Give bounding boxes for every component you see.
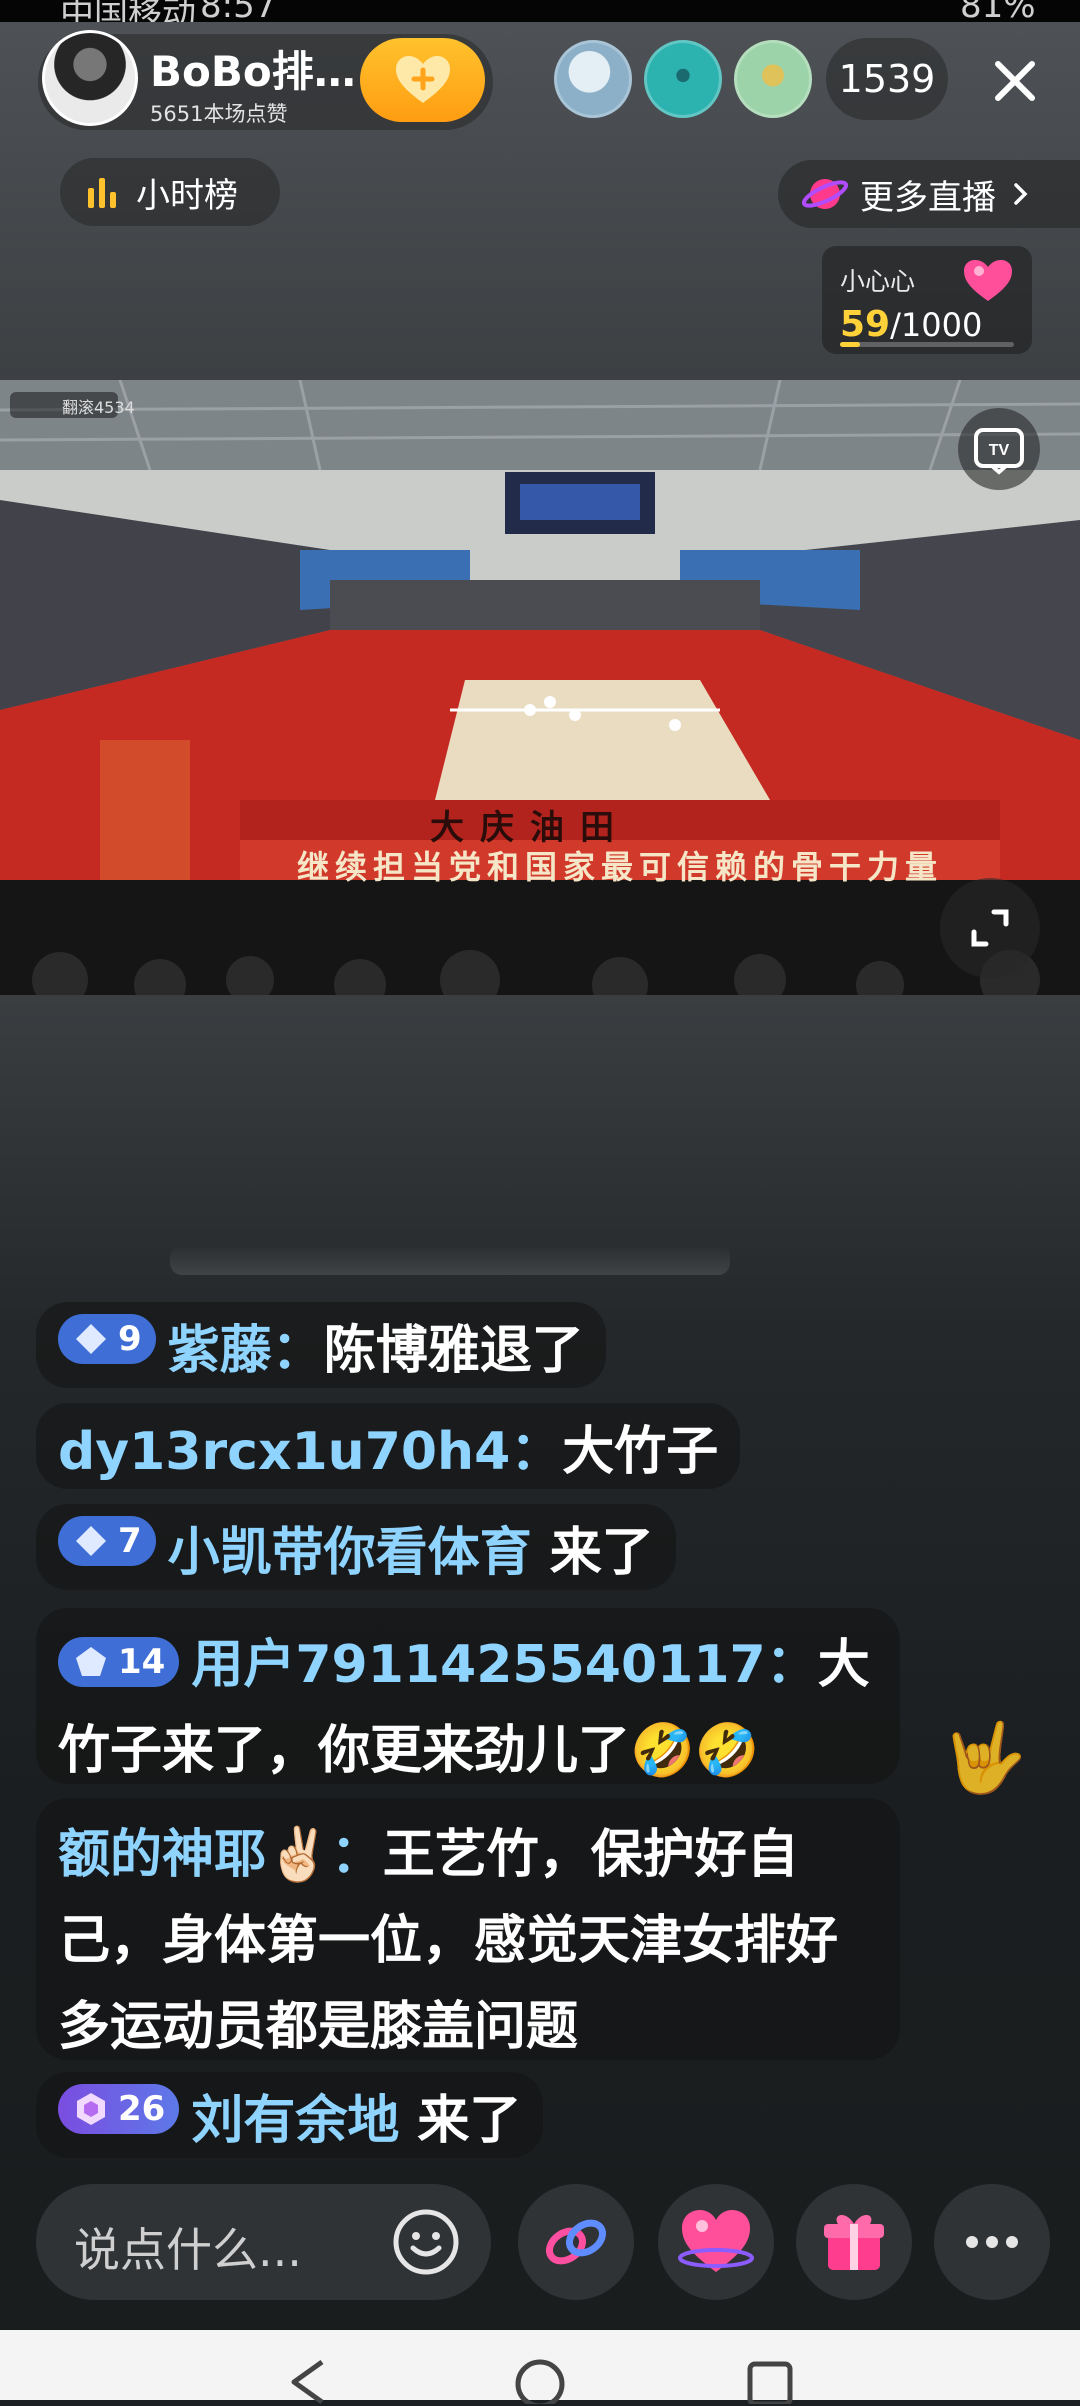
heart-task-progress: 59/1000 xyxy=(840,304,982,345)
heart-icon xyxy=(678,2210,754,2272)
heart-task-current: 59 xyxy=(840,304,891,345)
host-likes: 5651本场点赞 xyxy=(150,102,288,126)
viewer-count[interactable]: 1539 xyxy=(826,38,948,120)
heart-task-total: /1000 xyxy=(890,306,983,344)
chat-message[interactable]: 26 刘有余地 来了 xyxy=(36,2072,544,2158)
chat-text: 大竹子 xyxy=(562,1421,719,1482)
hour-rank-button[interactable]: 小时榜 xyxy=(60,158,280,226)
faded-chat-message xyxy=(170,1245,730,1275)
live-video[interactable]: 翻滚4534 继续担当党和国家最可信赖的骨干力量 大庆油田 xyxy=(0,380,1080,995)
heart-task-progress-bar xyxy=(840,342,1014,347)
rock-hand-icon[interactable]: 🤟 xyxy=(942,1718,1027,1798)
video-streamer-tag: 翻滚4534 xyxy=(62,398,135,417)
comment-placeholder: 说点什么... xyxy=(74,2223,302,2277)
fan-level-badge: 7 xyxy=(58,1516,156,1566)
viewer-avatar[interactable] xyxy=(734,40,812,118)
chat-message[interactable]: 7 小凯带你看体育 来了 xyxy=(36,1504,676,1590)
chat-username[interactable]: 用户7911425540117： xyxy=(191,1635,817,1695)
pentagon-icon xyxy=(76,1647,106,1676)
fan-level-badge: 14 xyxy=(58,1637,180,1687)
fan-level: 14 xyxy=(118,1642,166,1682)
more-live-label: 更多直播 xyxy=(860,177,996,218)
like-button[interactable] xyxy=(658,2184,774,2300)
diamond-icon xyxy=(76,1324,106,1354)
chat-message[interactable]: 14 用户7911425540117：大竹子来了，你更来劲儿了🤣🤣 xyxy=(36,1608,900,1784)
planet-icon xyxy=(801,179,849,209)
fan-level-badge: 26 xyxy=(58,2084,180,2134)
heart-plus-icon xyxy=(395,56,450,103)
volleyball-arena-scene xyxy=(0,380,1080,995)
chat-username[interactable]: dy13rcx1u70h4： xyxy=(58,1409,562,1484)
viewer-avatar[interactable] xyxy=(644,40,722,118)
fullscreen-button[interactable] xyxy=(940,878,1040,978)
bar-chart-icon xyxy=(88,178,116,208)
chat-username[interactable]: 额的神耶✌🏻： xyxy=(58,1825,383,1885)
chat-username[interactable]: 小凯带你看体育 xyxy=(168,1510,532,1585)
follow-button[interactable] xyxy=(360,38,485,122)
gift-button[interactable] xyxy=(796,2184,912,2300)
chat-username[interactable]: 紫藤： xyxy=(168,1308,324,1383)
fan-level: 7 xyxy=(118,1521,142,1561)
comment-input[interactable]: 说点什么... xyxy=(36,2184,491,2300)
chat-text: 来了 xyxy=(417,2090,522,2151)
hour-rank-label: 小时榜 xyxy=(136,175,238,216)
fullscreen-icon xyxy=(971,909,1009,947)
diamond-icon xyxy=(76,1526,106,1556)
fan-level: 9 xyxy=(118,1319,142,1359)
more-dots-icon xyxy=(966,2236,1018,2248)
viewer-avatar[interactable] xyxy=(554,40,632,118)
hexagon-icon xyxy=(77,2093,105,2125)
link-mic-button[interactable] xyxy=(518,2184,634,2300)
back-nav-icon[interactable] xyxy=(278,2356,338,2406)
link-icon xyxy=(545,2219,607,2265)
home-nav-icon[interactable] xyxy=(510,2354,570,2404)
chevron-right-icon xyxy=(1014,183,1028,205)
chat-username[interactable]: 刘有余地 xyxy=(191,2078,399,2153)
chat-text: 陈博雅退了 xyxy=(323,1320,584,1381)
emoji-icon[interactable] xyxy=(390,2206,462,2278)
status-bar: 中国移动 8:57 81% xyxy=(0,0,1080,34)
gift-icon xyxy=(824,2214,884,2270)
tv-icon: TV xyxy=(974,428,1024,475)
fan-level-badge: 9 xyxy=(58,1314,156,1364)
heart-task-title: 小心心 xyxy=(840,267,916,296)
more-button[interactable] xyxy=(934,2184,1050,2300)
host-name[interactable]: BoBo排… xyxy=(150,38,356,99)
svg-text:TV: TV xyxy=(989,442,1010,459)
heart-task-card[interactable]: 小心心 59/1000 xyxy=(822,246,1032,354)
chat-text: 来了 xyxy=(549,1522,654,1583)
heart-icon xyxy=(964,260,1012,301)
more-live-button[interactable]: 更多直播 xyxy=(778,160,1080,228)
recents-nav-icon[interactable] xyxy=(740,2354,800,2404)
close-icon[interactable] xyxy=(980,46,1050,116)
chat-message[interactable]: 9 紫藤： 陈博雅退了 xyxy=(36,1302,606,1388)
system-nav-bar xyxy=(0,2330,1080,2405)
cast-tv-button[interactable]: TV xyxy=(958,408,1040,490)
chat-message[interactable]: dy13rcx1u70h4： 大竹子 xyxy=(36,1403,741,1489)
video-sponsor-text: 大庆油田 xyxy=(430,808,630,848)
host-avatar[interactable] xyxy=(42,30,138,126)
fan-level: 26 xyxy=(118,2089,166,2129)
chat-message[interactable]: 额的神耶✌🏻：王艺竹，保护好自己，身体第一位，感觉天津女排好多运动员都是膝盖问题 xyxy=(36,1798,900,2060)
heart-task-progress-fill xyxy=(840,342,860,347)
